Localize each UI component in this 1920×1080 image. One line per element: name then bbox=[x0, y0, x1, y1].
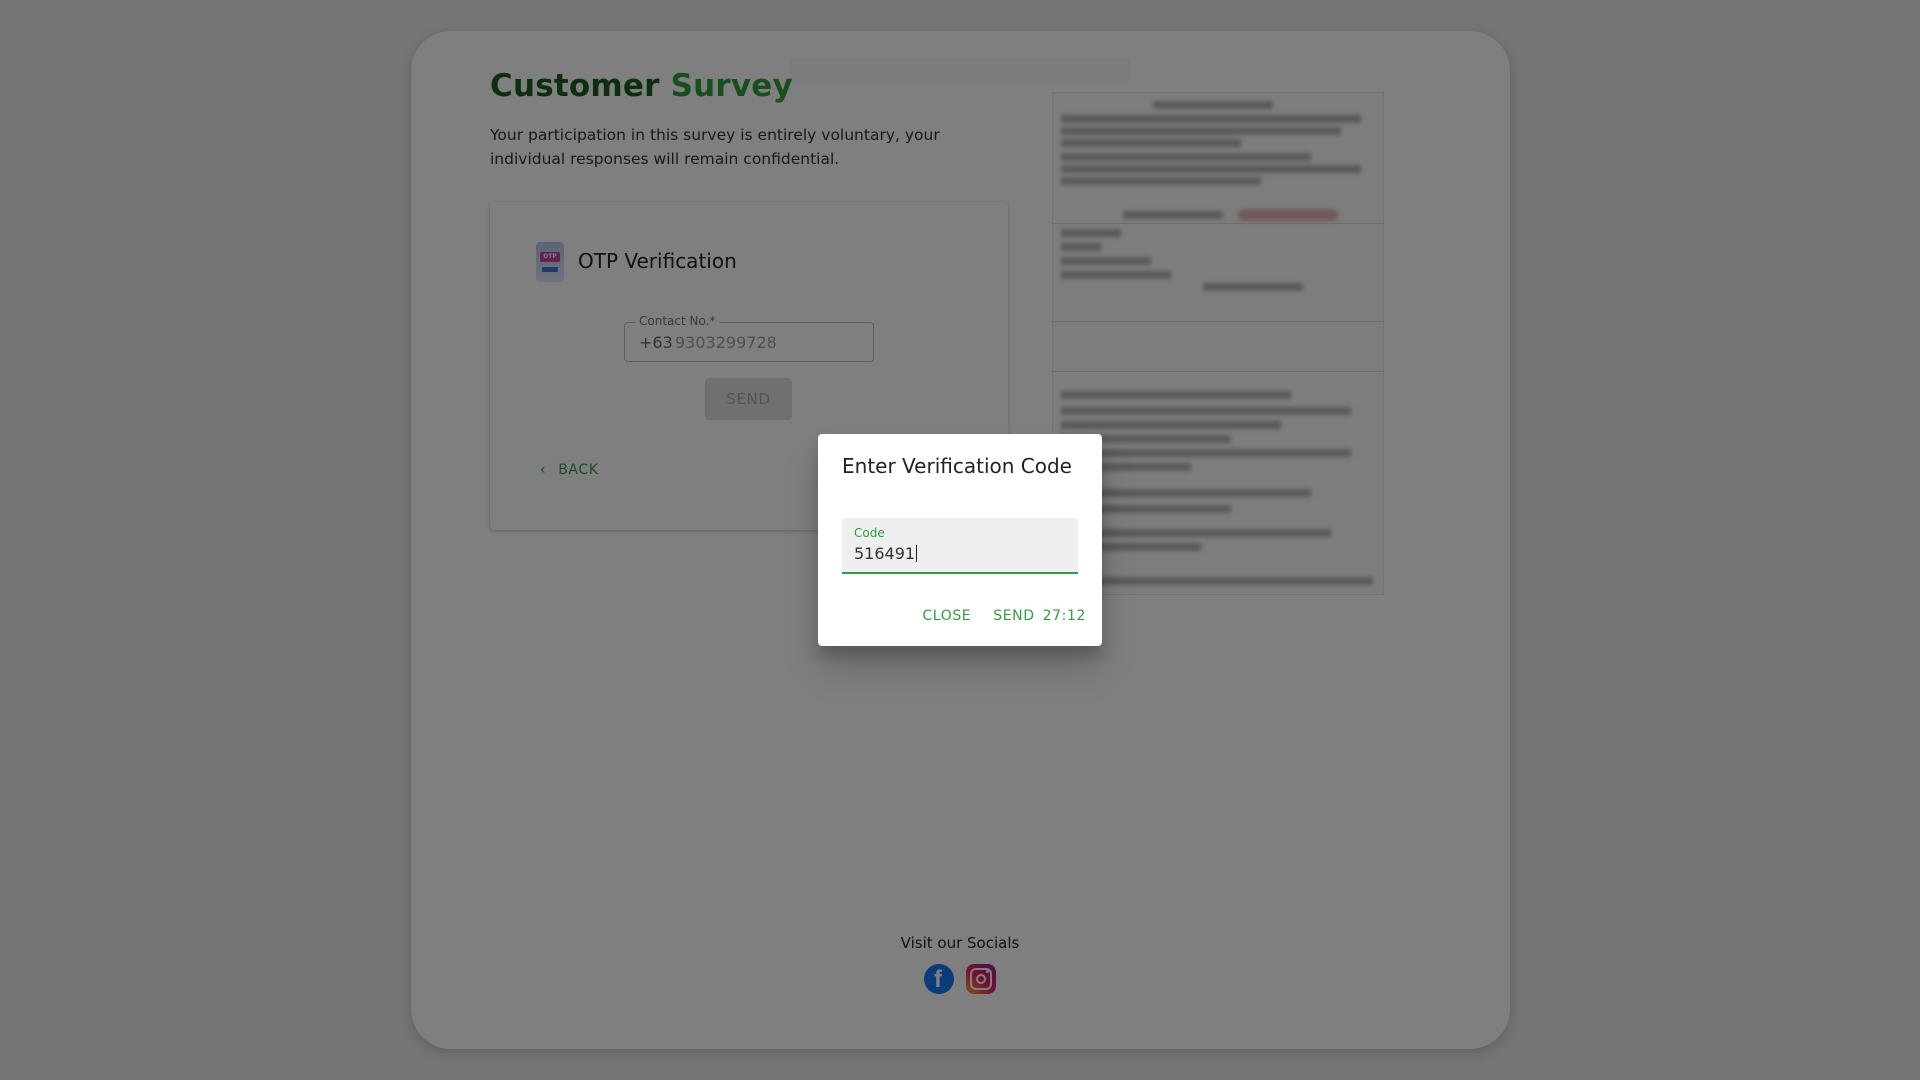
code-label: Code bbox=[854, 526, 885, 540]
code-field[interactable]: Code 516491 bbox=[842, 518, 1078, 574]
dialog-title: Enter Verification Code bbox=[842, 454, 1072, 478]
send-code-button[interactable]: SEND 27:12 bbox=[993, 608, 1086, 624]
verification-dialog: Enter Verification Code Code 516491 CLOS… bbox=[818, 434, 1102, 646]
dialog-actions: CLOSE SEND 27:12 bbox=[922, 608, 1086, 624]
code-input[interactable]: 516491 bbox=[854, 544, 918, 563]
close-button[interactable]: CLOSE bbox=[922, 608, 971, 624]
resend-timer: 27:12 bbox=[1042, 608, 1086, 624]
